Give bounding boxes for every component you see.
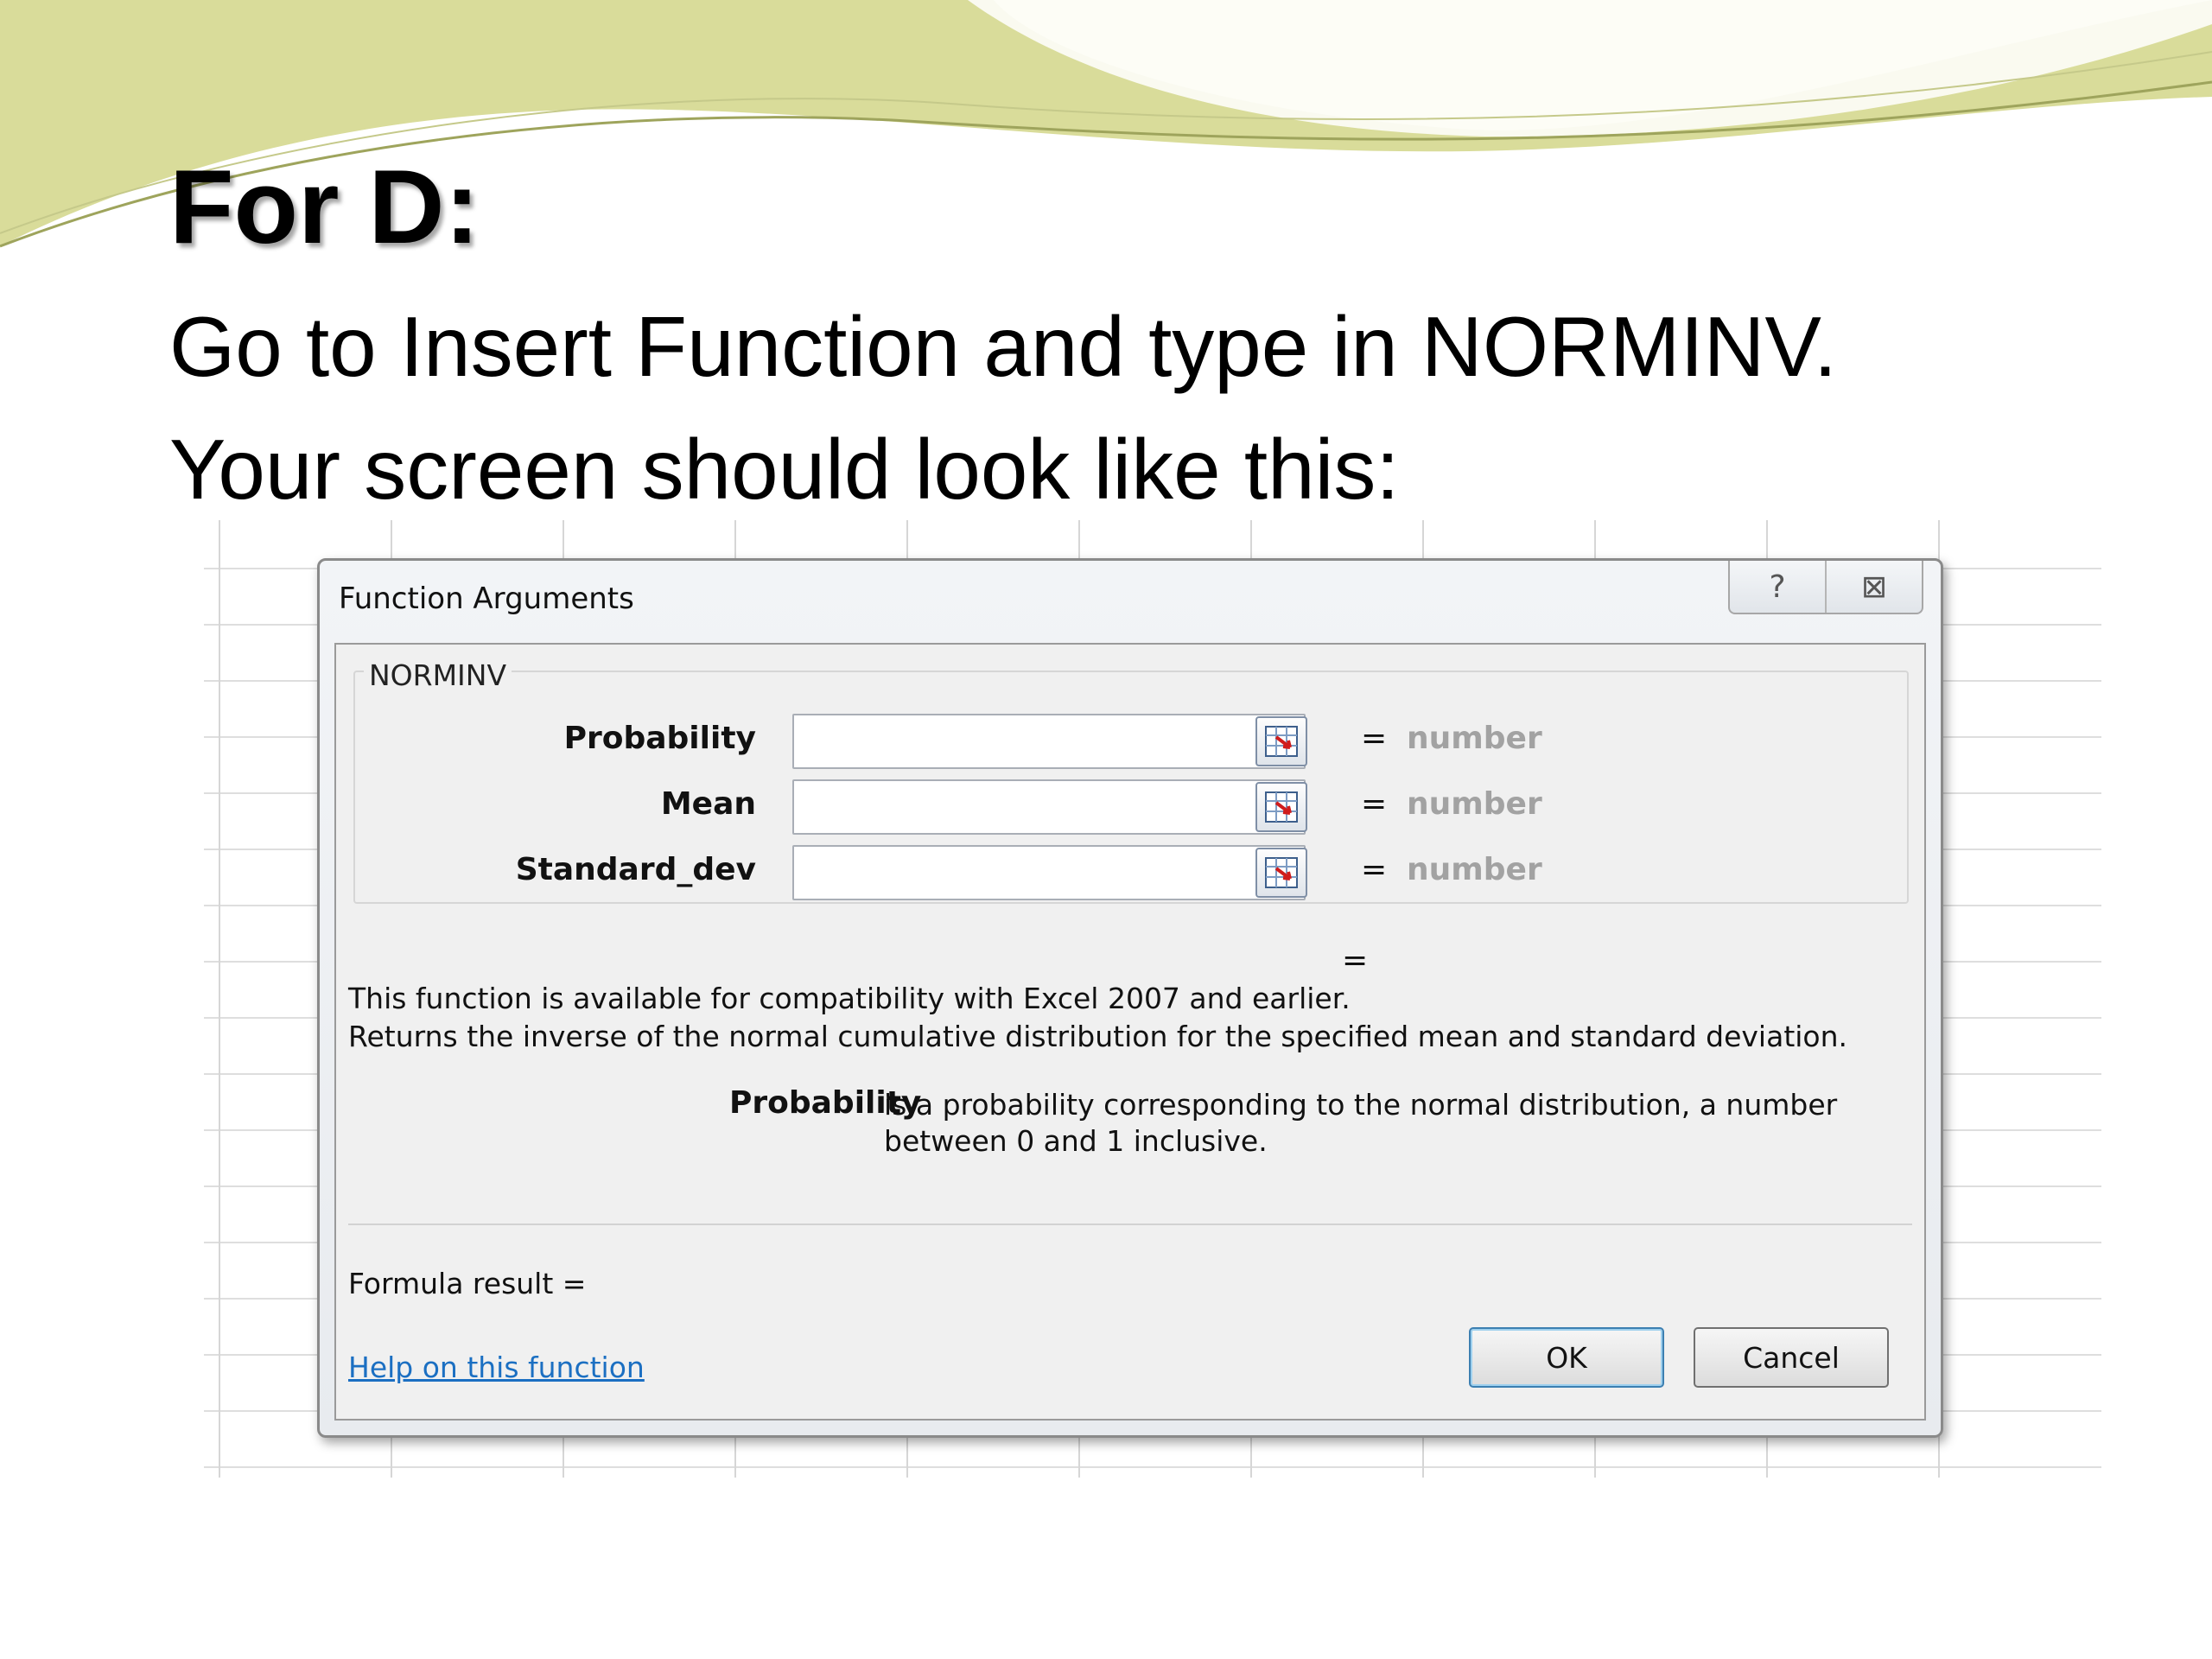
standard-dev-equals: = [1361,852,1388,887]
formula-result-label: Formula result = [348,1267,587,1300]
instruction-line-2: Your screen should look like this: [169,422,1400,517]
probability-type-hint: number [1407,721,1542,756]
arguments-group: NORMINV Probability = number Mean = numb… [353,658,1909,904]
dialog-title: Function Arguments [339,582,634,616]
function-arguments-dialog: Function Arguments ? ⊠ NORMINV Probabili… [317,558,1943,1438]
close-icon[interactable]: ⊠ [1825,561,1922,613]
title-bar-controls: ? ⊠ [1728,561,1923,614]
function-description: Returns the inverse of the normal cumula… [348,1020,1848,1053]
standard-dev-input[interactable] [792,845,1306,900]
mean-type-hint: number [1407,786,1542,822]
arg-label-probability: Probability [563,721,756,756]
mean-range-select-button[interactable] [1255,782,1307,832]
probability-input[interactable] [792,714,1306,769]
slide-title: For D: [169,148,480,265]
help-icon[interactable]: ? [1730,561,1825,613]
help-on-function-link[interactable]: Help on this function [348,1351,645,1384]
cancel-button[interactable]: Cancel [1694,1327,1889,1388]
mean-equals: = [1361,786,1388,822]
probability-range-select-button[interactable] [1255,716,1307,766]
probability-equals: = [1361,721,1388,756]
ok-button[interactable]: OK [1469,1327,1664,1388]
arg-label-standard-dev: Standard_dev [515,852,756,887]
function-result-equals: = [1342,943,1369,978]
standard-dev-type-hint: number [1407,852,1542,887]
divider [348,1224,1912,1225]
range-select-icon [1265,726,1298,757]
arg-label-mean: Mean [660,786,756,822]
standard-dev-range-select-button[interactable] [1255,848,1307,898]
function-name: NORMINV [364,658,512,692]
dialog-body: NORMINV Probability = number Mean = numb… [334,643,1926,1421]
range-select-icon [1265,791,1298,823]
range-select-icon [1265,857,1298,888]
mean-input[interactable] [792,779,1306,835]
compatibility-note: This function is available for compatibi… [348,982,1351,1015]
instruction-line-1: Go to Insert Function and type in NORMIN… [169,299,1838,394]
argument-help-text: is a probability corresponding to the no… [884,1088,1838,1158]
